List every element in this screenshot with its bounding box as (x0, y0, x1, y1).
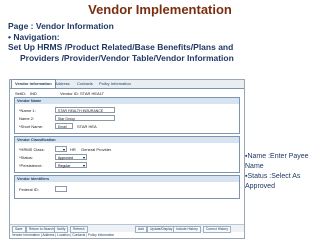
slide-title: Vendor Implementation (88, 2, 232, 17)
section-header: Vendor Name (15, 98, 239, 104)
vendor-id-label: Vendor ID: (60, 91, 79, 96)
bullet-list: Page : Vendor Information • Navigation: … (8, 21, 318, 63)
tab-contacts[interactable]: Contacts (74, 80, 96, 88)
federal-id-label: Federal ID: (19, 187, 39, 192)
tab-policy-information[interactable]: Policy Information (96, 80, 134, 88)
setid-label: SetID: (15, 91, 27, 96)
short-name-value: STAR HEA (77, 124, 97, 129)
hrms-class-select[interactable] (55, 146, 67, 153)
tab-address[interactable]: Address (52, 80, 73, 88)
section-header: Vendor Classification (15, 137, 239, 143)
vendor-information-screenshot: Vendor Information Address Contacts Poli… (9, 79, 245, 239)
navigation-path-line1: Set Up HRMS /Product Related/Base Benefi… (8, 42, 234, 52)
status-select[interactable]: Approved (55, 154, 87, 161)
persistence-select[interactable]: Regular (55, 162, 87, 169)
name1-label: *Name 1: (19, 108, 36, 113)
save-button[interactable]: Save (12, 226, 26, 233)
name1-field[interactable]: STAR HEALTH INSURANCE (55, 107, 115, 113)
persistence-label: *Persistence: (19, 163, 43, 168)
return-to-search-button[interactable]: Return to Search (26, 226, 57, 233)
vendor-classification-section: Vendor Classification *HRMS Class: HR Ge… (14, 136, 240, 173)
update-display-button[interactable]: Update/Display (147, 226, 176, 233)
toolbar: Save Return to Search Notify Refresh Add… (10, 224, 244, 233)
status-label: *Status: (19, 155, 34, 160)
short-name-label: *Short Name: (19, 124, 44, 129)
hrms-class-label: *HRMS Class: (19, 147, 45, 152)
footer-links[interactable]: Vendor Information | Address | Location … (12, 233, 114, 238)
navigation-path-line2: Providers /Provider/Vendor Table/Vendor … (20, 52, 234, 63)
short-name-field[interactable]: Email (55, 123, 73, 129)
page-line: Page : Vendor Information (8, 21, 114, 31)
notify-button[interactable]: Notify (54, 226, 69, 233)
general-provider-label: General Provider (81, 147, 112, 152)
navigation-label: • Navigation: (8, 31, 60, 42)
add-button[interactable]: Add (135, 226, 147, 233)
setid-value: IND (30, 91, 37, 96)
name2-label: Name 2: (19, 116, 35, 121)
vendor-name-section: Vendor Name *Name 1: STAR HEALTH INSURAN… (14, 97, 240, 134)
tab-bar: Vendor Information Address Contacts Poli… (10, 79, 244, 89)
hrms-class-value: HR (70, 147, 76, 152)
name2-field[interactable]: Star Group (55, 115, 115, 121)
note-name: ▪Name :Enter Payee Name (245, 153, 309, 170)
federal-id-field[interactable] (55, 186, 67, 192)
vendor-id-value: STAR HEALT (80, 91, 105, 96)
annotation-notes: ▪Name :Enter Payee Name ▪Status :Select … (245, 152, 320, 192)
correct-history-button[interactable]: Correct History (203, 226, 231, 233)
section-header: Vendor Identifiers (15, 176, 239, 182)
tab-vendor-information[interactable]: Vendor Information (11, 79, 56, 88)
vendor-identifiers-section: Vendor Identifiers Federal ID: (14, 175, 240, 199)
include-history-button[interactable]: Include History (173, 226, 201, 233)
note-status: ▪Status :Select As Approved (245, 173, 301, 190)
refresh-button[interactable]: Refresh (70, 226, 88, 233)
